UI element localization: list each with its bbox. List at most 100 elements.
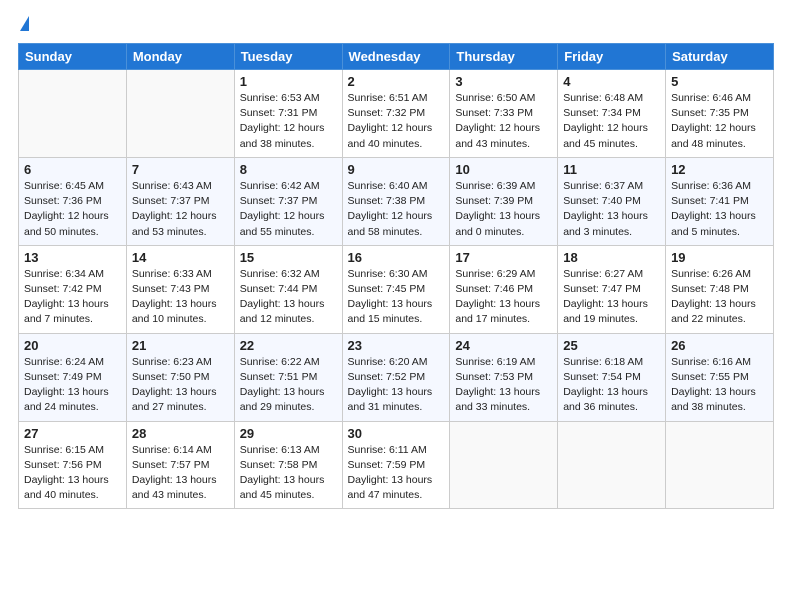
weekday-header-monday: Monday [126,44,234,70]
calendar-cell [126,70,234,158]
day-number: 10 [455,162,552,177]
day-detail: Sunrise: 6:18 AMSunset: 7:54 PMDaylight:… [563,355,660,416]
weekday-header-friday: Friday [558,44,666,70]
day-number: 18 [563,250,660,265]
calendar-cell: 9Sunrise: 6:40 AMSunset: 7:38 PMDaylight… [342,157,450,245]
day-detail: Sunrise: 6:14 AMSunset: 7:57 PMDaylight:… [132,443,229,504]
day-number: 9 [348,162,445,177]
calendar-cell [558,421,666,509]
day-detail: Sunrise: 6:22 AMSunset: 7:51 PMDaylight:… [240,355,337,416]
day-detail: Sunrise: 6:53 AMSunset: 7:31 PMDaylight:… [240,91,337,152]
calendar-cell: 10 Sunrise: 6:39 AMSunset: 7:39 PMDayligh… [450,157,558,245]
day-number: 13 [24,250,121,265]
calendar-cell: 25 Sunrise: 6:18 AMSunset: 7:54 PMDayligh… [558,333,666,421]
weekday-header-tuesday: Tuesday [234,44,342,70]
day-detail: Sunrise: 6:16 AMSunset: 7:55 PMDaylight:… [671,355,768,416]
calendar-table: SundayMondayTuesdayWednesdayThursdayFrid… [18,43,774,509]
calendar-cell: 24 Sunrise: 6:19 AMSunset: 7:53 PMDayligh… [450,333,558,421]
day-number: 28 [132,426,229,441]
day-number: 24 [455,338,552,353]
day-number: 19 [671,250,768,265]
day-detail: Sunrise: 6:19 AMSunset: 7:53 PMDaylight:… [455,355,552,416]
calendar-cell: 19 Sunrise: 6:26 AMSunset: 7:48 PMDayligh… [666,245,774,333]
week-row-4: 20 Sunrise: 6:24 AMSunset: 7:49 PMDayligh… [19,333,774,421]
week-row-3: 13 Sunrise: 6:34 AMSunset: 7:42 PMDayligh… [19,245,774,333]
calendar-cell [450,421,558,509]
calendar-cell: 18 Sunrise: 6:27 AMSunset: 7:47 PMDayligh… [558,245,666,333]
day-number: 3 [455,74,552,89]
day-detail: Sunrise: 6:43 AMSunset: 7:37 PMDaylight:… [132,179,229,240]
day-number: 27 [24,426,121,441]
day-detail: Sunrise: 6:26 AMSunset: 7:48 PMDaylight:… [671,267,768,328]
day-detail: Sunrise: 6:13 AMSunset: 7:58 PMDaylight:… [240,443,337,504]
day-number: 23 [348,338,445,353]
day-number: 8 [240,162,337,177]
calendar-cell: 12 Sunrise: 6:36 AMSunset: 7:41 PMDayligh… [666,157,774,245]
day-detail: Sunrise: 6:30 AMSunset: 7:45 PMDaylight:… [348,267,445,328]
calendar-cell: 23Sunrise: 6:20 AMSunset: 7:52 PMDayligh… [342,333,450,421]
calendar-cell: 4 Sunrise: 6:48 AMSunset: 7:34 PMDaylight… [558,70,666,158]
day-detail: Sunrise: 6:27 AMSunset: 7:47 PMDaylight:… [563,267,660,328]
day-detail: Sunrise: 6:48 AMSunset: 7:34 PMDaylight:… [563,91,660,152]
day-detail: Sunrise: 6:50 AMSunset: 7:33 PMDaylight:… [455,91,552,152]
day-detail: Sunrise: 6:51 AMSunset: 7:32 PMDaylight:… [348,91,445,152]
weekday-header-wednesday: Wednesday [342,44,450,70]
logo-text [18,16,29,33]
calendar-cell: 13 Sunrise: 6:34 AMSunset: 7:42 PMDayligh… [19,245,127,333]
logo-triangle-icon [20,16,29,31]
week-row-2: 6Sunrise: 6:45 AMSunset: 7:36 PMDaylight… [19,157,774,245]
day-detail: Sunrise: 6:42 AMSunset: 7:37 PMDaylight:… [240,179,337,240]
day-detail: Sunrise: 6:33 AMSunset: 7:43 PMDaylight:… [132,267,229,328]
day-detail: Sunrise: 6:15 AMSunset: 7:56 PMDaylight:… [24,443,121,504]
day-number: 21 [132,338,229,353]
calendar-cell: 28 Sunrise: 6:14 AMSunset: 7:57 PMDayligh… [126,421,234,509]
calendar-cell: 1 Sunrise: 6:53 AMSunset: 7:31 PMDaylight… [234,70,342,158]
calendar-cell: 14 Sunrise: 6:33 AMSunset: 7:43 PMDayligh… [126,245,234,333]
day-number: 1 [240,74,337,89]
day-detail: Sunrise: 6:45 AMSunset: 7:36 PMDaylight:… [24,179,121,240]
page: SundayMondayTuesdayWednesdayThursdayFrid… [0,0,792,612]
calendar-cell [666,421,774,509]
day-detail: Sunrise: 6:29 AMSunset: 7:46 PMDaylight:… [455,267,552,328]
day-number: 22 [240,338,337,353]
day-number: 20 [24,338,121,353]
calendar-cell: 8 Sunrise: 6:42 AMSunset: 7:37 PMDaylight… [234,157,342,245]
day-detail: Sunrise: 6:34 AMSunset: 7:42 PMDaylight:… [24,267,121,328]
calendar-cell: 21 Sunrise: 6:23 AMSunset: 7:50 PMDayligh… [126,333,234,421]
header [18,16,774,33]
day-number: 25 [563,338,660,353]
calendar-cell: 30Sunrise: 6:11 AMSunset: 7:59 PMDayligh… [342,421,450,509]
week-row-5: 27 Sunrise: 6:15 AMSunset: 7:56 PMDayligh… [19,421,774,509]
day-number: 14 [132,250,229,265]
day-detail: Sunrise: 6:36 AMSunset: 7:41 PMDaylight:… [671,179,768,240]
day-detail: Sunrise: 6:24 AMSunset: 7:49 PMDaylight:… [24,355,121,416]
day-detail: Sunrise: 6:23 AMSunset: 7:50 PMDaylight:… [132,355,229,416]
day-number: 12 [671,162,768,177]
calendar-cell: 11Sunrise: 6:37 AMSunset: 7:40 PMDayligh… [558,157,666,245]
calendar-cell: 15 Sunrise: 6:32 AMSunset: 7:44 PMDayligh… [234,245,342,333]
day-detail: Sunrise: 6:46 AMSunset: 7:35 PMDaylight:… [671,91,768,152]
weekday-header-sunday: Sunday [19,44,127,70]
day-number: 2 [348,74,445,89]
calendar-cell [19,70,127,158]
day-number: 7 [132,162,229,177]
calendar-cell: 5Sunrise: 6:46 AMSunset: 7:35 PMDaylight… [666,70,774,158]
weekday-header-saturday: Saturday [666,44,774,70]
day-number: 4 [563,74,660,89]
calendar-cell: 2 Sunrise: 6:51 AMSunset: 7:32 PMDaylight… [342,70,450,158]
day-detail: Sunrise: 6:39 AMSunset: 7:39 PMDaylight:… [455,179,552,240]
calendar-cell: 7 Sunrise: 6:43 AMSunset: 7:37 PMDaylight… [126,157,234,245]
day-number: 15 [240,250,337,265]
calendar-cell: 16Sunrise: 6:30 AMSunset: 7:45 PMDayligh… [342,245,450,333]
day-number: 30 [348,426,445,441]
day-number: 17 [455,250,552,265]
weekday-header-thursday: Thursday [450,44,558,70]
weekday-header-row: SundayMondayTuesdayWednesdayThursdayFrid… [19,44,774,70]
calendar-cell: 20 Sunrise: 6:24 AMSunset: 7:49 PMDayligh… [19,333,127,421]
day-number: 26 [671,338,768,353]
day-detail: Sunrise: 6:37 AMSunset: 7:40 PMDaylight:… [563,179,660,240]
logo [18,16,29,33]
day-detail: Sunrise: 6:32 AMSunset: 7:44 PMDaylight:… [240,267,337,328]
calendar-cell: 3 Sunrise: 6:50 AMSunset: 7:33 PMDaylight… [450,70,558,158]
calendar-cell: 27 Sunrise: 6:15 AMSunset: 7:56 PMDayligh… [19,421,127,509]
